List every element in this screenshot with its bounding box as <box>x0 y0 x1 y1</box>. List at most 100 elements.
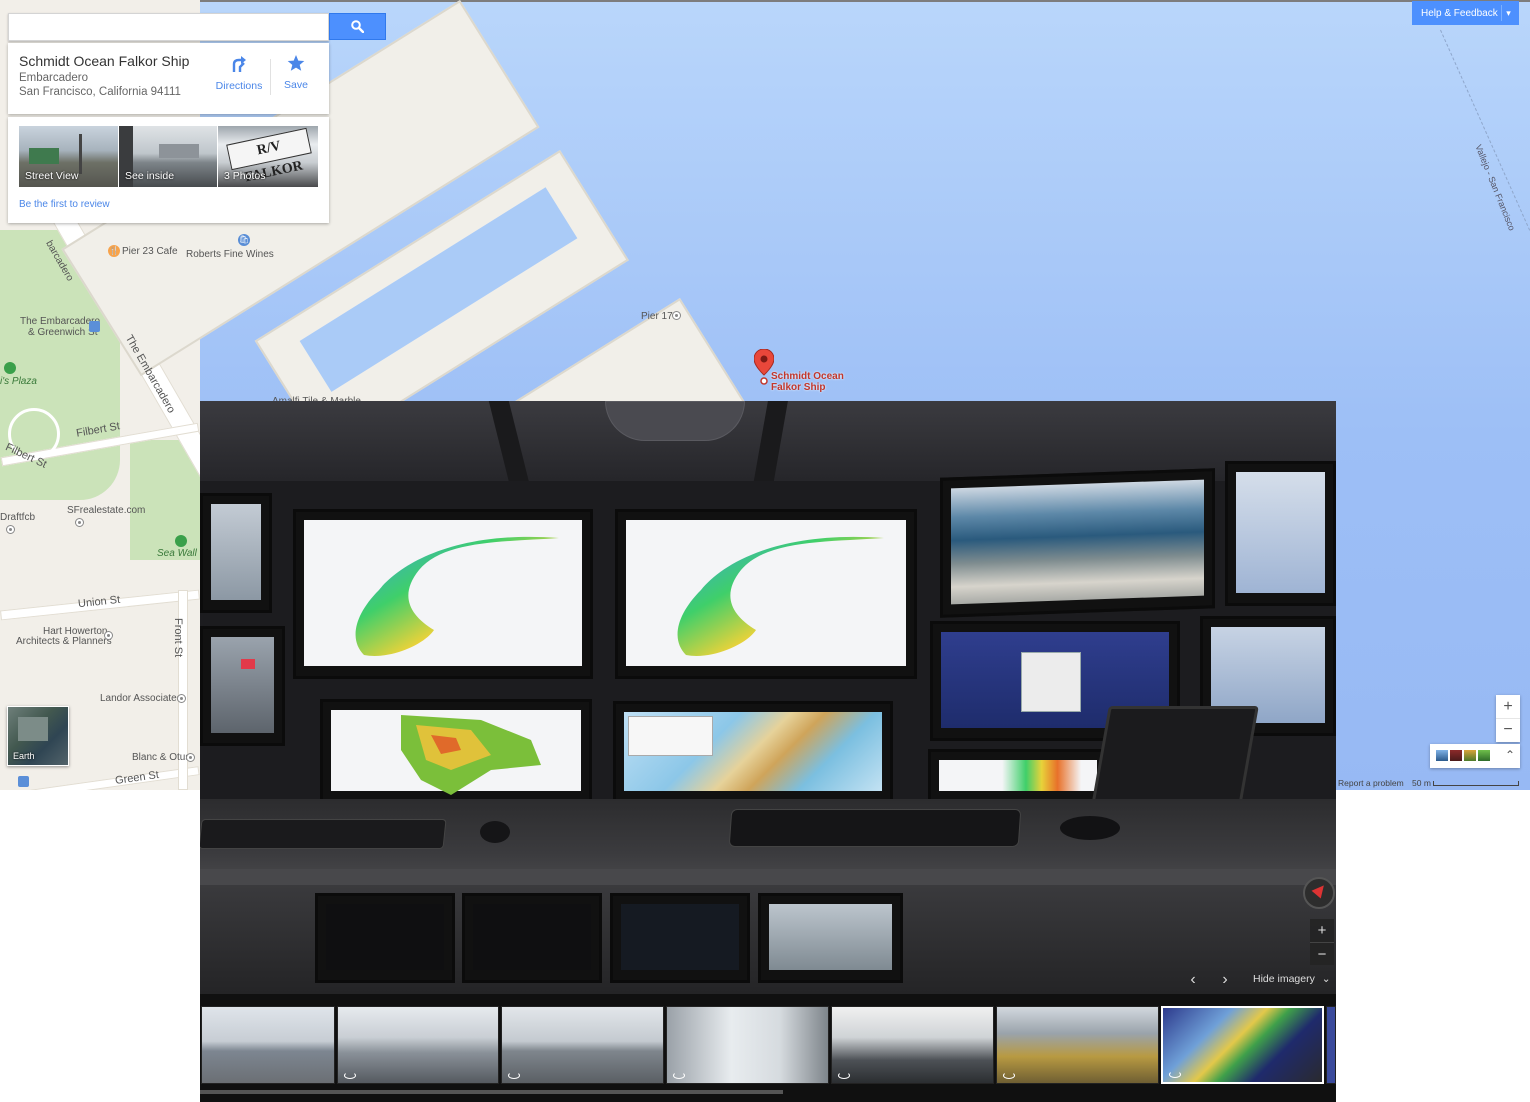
imagery-swatch-1[interactable] <box>1436 750 1448 761</box>
double-chevron-down-icon: ⌄ <box>1321 973 1331 985</box>
scale-label: 50 m <box>1412 778 1431 788</box>
street-view-thumbnail[interactable]: Street View <box>19 126 118 187</box>
map-label-hart-2[interactable]: Architects & Planners <box>16 636 112 647</box>
right-monitor-1 <box>1225 461 1336 606</box>
earth-view-toggle[interactable]: Earth <box>7 706 69 766</box>
pano-zoom-control: + − <box>1310 919 1334 965</box>
filmstrip-thumb-4[interactable] <box>666 1006 829 1084</box>
street-view-label: Street View <box>25 170 79 182</box>
chevron-down-icon[interactable]: ▾ <box>1501 5 1515 21</box>
map-label-levis-plaza[interactable]: i's Plaza <box>0 376 37 387</box>
shop-icon: 🛍 <box>238 234 250 246</box>
map-label-pier23[interactable]: Pier 23 Cafe <box>122 246 178 257</box>
sfrealestate-dot <box>75 518 84 527</box>
marker-label-line2: Falkor Ship <box>771 382 826 393</box>
map-label-sfrealestate[interactable]: SFrealestate.com <box>67 505 145 516</box>
see-inside-thumbnail[interactable]: See inside <box>119 126 217 187</box>
filmstrip-thumb-6[interactable] <box>996 1006 1159 1084</box>
search-button[interactable] <box>329 13 386 40</box>
draftfcb-dot <box>6 525 15 534</box>
zoom-out-button[interactable]: − <box>1496 718 1520 741</box>
street-view-panorama[interactable]: + − ‹ › Hide imagery ⌄ <box>200 401 1336 994</box>
bathymetry-screen-2 <box>626 520 906 666</box>
park-icon <box>4 362 16 374</box>
pano-ceiling-light <box>605 401 745 441</box>
imagery-swatch-3[interactable] <box>1464 750 1476 761</box>
chevron-left-icon[interactable]: ‹ <box>1181 968 1205 991</box>
street-view-icon <box>1169 1071 1181 1078</box>
place-title: Schmidt Ocean Falkor Ship <box>19 53 190 69</box>
imagery-swatch-2[interactable] <box>1450 750 1462 761</box>
bathymetry-monitor-2 <box>615 509 917 679</box>
side-monitor-1 <box>200 493 272 613</box>
side-monitor-2 <box>200 626 285 746</box>
pano-zoom-out-button[interactable]: − <box>1310 942 1334 965</box>
lower-monitor-1-screen <box>326 904 444 970</box>
review-link[interactable]: Be the first to review <box>19 199 110 210</box>
filmstrip-scrollbar[interactable] <box>200 1090 783 1094</box>
pier17-dot <box>672 311 681 320</box>
filmstrip-thumb-5[interactable] <box>831 1006 994 1084</box>
filmstrip-thumb-3[interactable] <box>501 1006 664 1084</box>
window-top-border <box>0 0 1530 2</box>
filmstrip-thumb-2[interactable] <box>337 1006 499 1084</box>
chevron-right-icon[interactable]: › <box>1213 968 1237 991</box>
bathymetry-monitor-1 <box>293 509 593 679</box>
transit-icon <box>89 321 100 332</box>
save-button[interactable]: Save <box>274 52 318 102</box>
search-box[interactable] <box>8 13 329 41</box>
hart-dot <box>104 631 113 640</box>
bathymetry-screen-1 <box>304 520 582 666</box>
bathymetry-screen-4 <box>939 760 1097 791</box>
pano-zoom-in-button[interactable]: + <box>1310 919 1334 942</box>
map-label-draftfcb[interactable]: Draftfcb <box>0 512 35 523</box>
see-inside-label: See inside <box>125 170 175 182</box>
scale-bar <box>1433 781 1519 786</box>
blanc-dot <box>186 753 195 762</box>
street-view-pole <box>79 134 82 174</box>
see-inside-skyline <box>159 144 199 158</box>
zoom-in-button[interactable]: + <box>1496 695 1520 718</box>
globe-inset <box>628 716 713 756</box>
place-address-line2: San Francisco, California 94111 <box>19 86 181 98</box>
bathymetry-monitor-3 <box>320 699 592 804</box>
marker-label[interactable]: Schmidt Ocean Falkor Ship <box>771 371 844 393</box>
globe-screen <box>624 712 882 791</box>
marker-label-line1: Schmidt Ocean <box>771 371 844 382</box>
hide-imagery-button[interactable]: Hide imagery ⌄ <box>1253 973 1331 985</box>
side-monitor-2-screen <box>211 637 274 733</box>
compass-icon[interactable] <box>1303 877 1335 909</box>
double-chevron-up-icon[interactable]: ⌃ <box>1505 748 1515 762</box>
save-label: Save <box>284 79 308 91</box>
card-divider <box>270 59 271 95</box>
report-problem-link[interactable]: Report a problem <box>1338 778 1404 788</box>
filmstrip-thumb-7-selected[interactable] <box>1161 1006 1324 1084</box>
hide-imagery-label: Hide imagery <box>1253 973 1315 985</box>
map-label-blanc[interactable]: Blanc & Otus <box>132 752 190 763</box>
imagery-swatch-4[interactable] <box>1478 750 1490 761</box>
filmstrip-thumb-1[interactable] <box>201 1006 335 1084</box>
directions-button[interactable]: Directions <box>211 52 267 102</box>
landor-dot <box>177 694 186 703</box>
mouse-right <box>1060 816 1120 840</box>
street-view-icon <box>838 1072 850 1079</box>
photos-thumbnail[interactable]: R/V FALKOR 3 Photos <box>218 126 318 187</box>
directions-icon <box>232 56 246 72</box>
street-view-building <box>29 148 59 164</box>
imagery-filmstrip[interactable] <box>200 994 1336 1102</box>
help-feedback-button[interactable]: Help & Feedback ▾ <box>1412 1 1519 25</box>
right-monitor-1-screen <box>1236 472 1325 593</box>
star-icon <box>287 55 305 71</box>
search-input[interactable] <box>9 14 328 40</box>
map-label-pier17[interactable]: Pier 17 <box>641 311 673 322</box>
filmstrip-thumb-8[interactable] <box>1326 1006 1336 1084</box>
lower-monitor-2 <box>462 893 602 983</box>
transit-icon-lower <box>18 776 29 787</box>
map-label-landor[interactable]: Landor Associates <box>100 693 182 704</box>
street-view-icon <box>508 1072 520 1079</box>
map-label-embarcadero-greenwich-2[interactable]: & Greenwich St <box>28 327 97 338</box>
place-address-line1: Embarcadero <box>19 72 89 84</box>
bathymetry-map-1 <box>355 536 559 656</box>
map-label-roberts[interactable]: Roberts Fine Wines <box>186 249 274 260</box>
earth-monitor-screen <box>951 479 1204 605</box>
